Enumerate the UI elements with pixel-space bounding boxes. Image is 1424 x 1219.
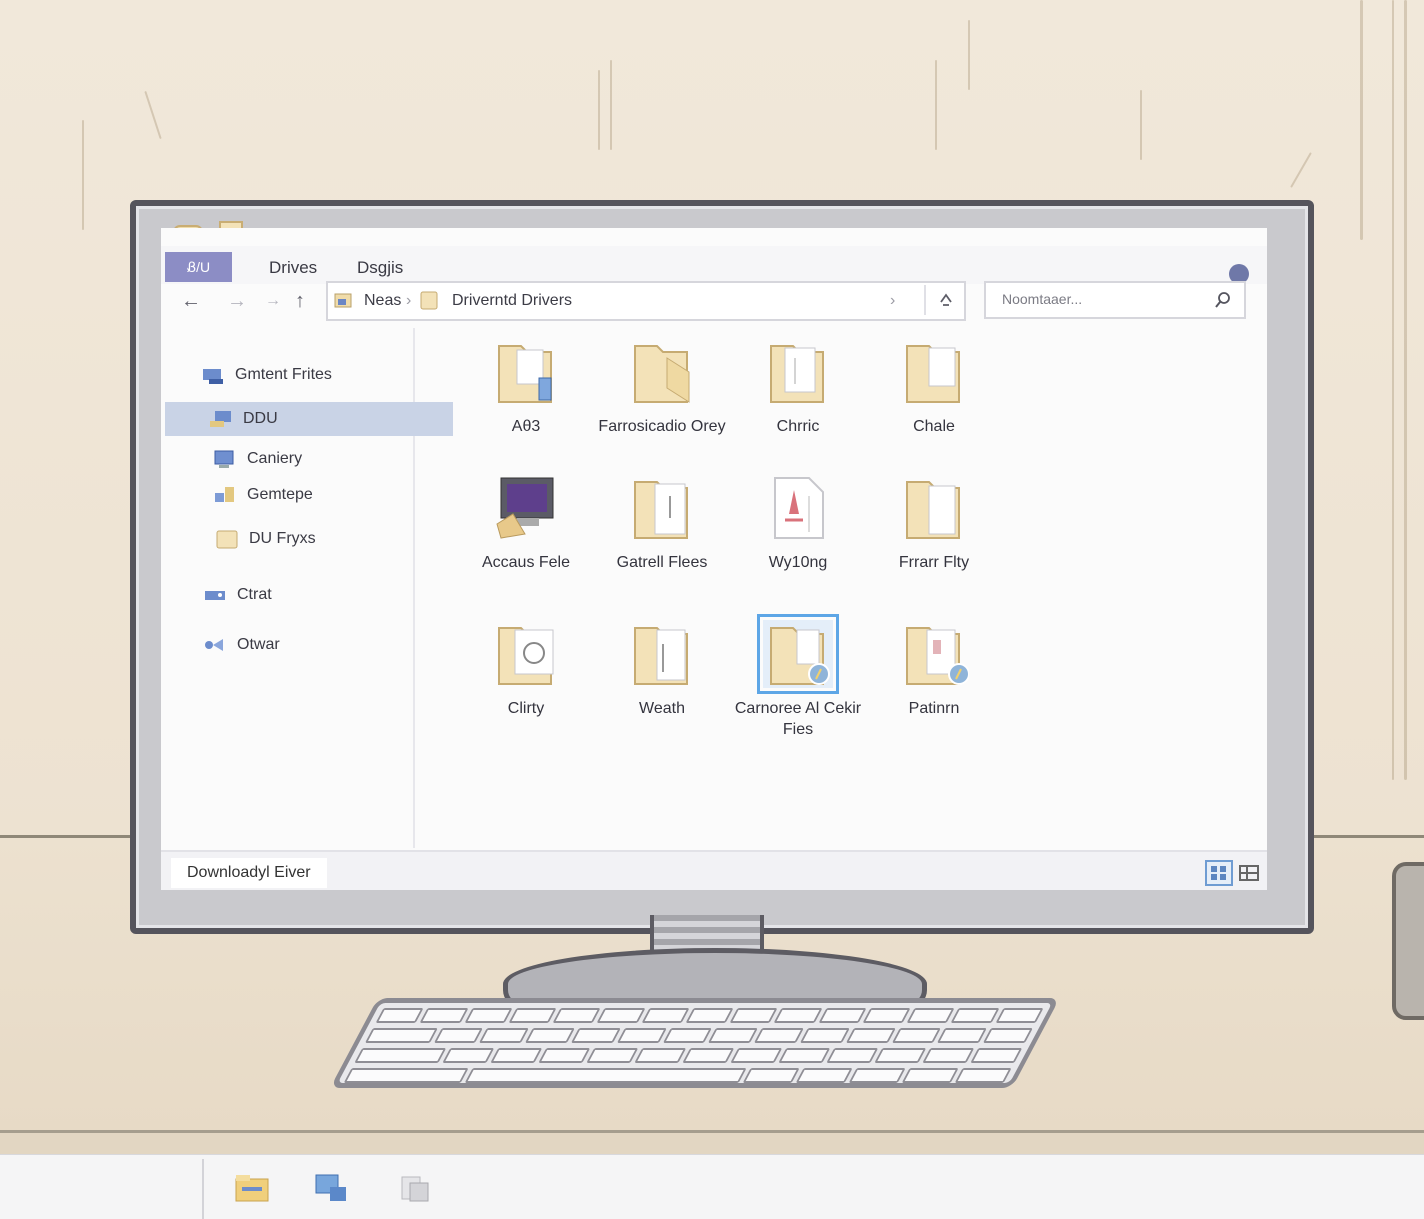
file-item[interactable]: Weath [597,620,727,719]
sidebar-item-label: DDU [243,410,278,427]
file-item[interactable]: Clirty [461,620,591,719]
file-item[interactable]: Frrarr Flty [869,474,999,573]
keyboard [330,998,1060,1088]
file-label: Accaus Fele [481,554,571,571]
file-item[interactable]: Wy10ng [733,474,863,573]
file-item[interactable]: Chale [869,338,999,437]
sidebar-item-du-fryxs[interactable]: DU Fryxs [165,522,459,556]
file-grid: Aθ3 Farrosicadio Orey Chrric Chale Accau… [451,338,991,758]
address-bar[interactable]: Neas › Driverntd Drivers › [326,281,966,321]
desk-edge [0,1130,1424,1157]
folder-icon [216,530,238,549]
taskbar-divider [202,1159,204,1219]
file-label: Weath [639,700,685,717]
sidebar-item-label: Ctrat [237,586,272,603]
forward-arrow-icon[interactable]: → [227,290,247,313]
file-item[interactable]: Farrosicadio Orey [597,338,727,437]
sidebar-item-label: Gemtepe [247,486,313,503]
back-arrow-icon[interactable]: ← [181,290,201,313]
ribbon: Ᏸ/U Drives Dsgjis [161,246,1267,284]
search-input[interactable] [1000,290,1204,308]
sidebar-item-label: DU Fryxs [249,530,316,547]
computer-icon [210,411,231,427]
document-icon [774,477,824,539]
refresh-icon[interactable] [938,292,954,308]
details-view-icon[interactable] [1205,860,1233,886]
tab-design[interactable]: Dsgjis [357,254,403,282]
file-label: Aθ3 [511,418,541,435]
tab-file[interactable]: Ᏸ/U [165,252,233,282]
search-icon[interactable] [1214,291,1232,309]
folder-icon [498,627,554,685]
sidebar-item-label: Gmtent Frites [235,366,332,383]
recent-arrow-icon[interactable]: → [265,292,281,310]
folder-icon [420,291,438,310]
file-label: Gatrell Flees [616,554,708,571]
sidebar-item-label: Otwar [237,636,280,653]
breadcrumb-separator-icon: › [406,292,412,309]
drive-icon [205,591,225,600]
file-label: Clirty [507,700,545,717]
search-box [984,281,1246,319]
file-label: Chale [913,418,955,435]
file-explorer-window: Ᏸ/U Drives Dsgjis ← → → ↑ Neas › Drivern… [161,228,1267,890]
file-label: Frrarr Flty [898,554,970,571]
file-explorer-icon[interactable] [234,1173,270,1203]
file-label: Farrosicadio Orey [598,418,726,435]
folder-icon [498,345,552,403]
sidebar-item-ctrat[interactable]: Ctrat [165,578,447,612]
share-icon [205,639,223,651]
status-text: Downloadyl Eiver [171,858,327,888]
taskbar [0,1154,1424,1219]
large-icons-view-icon[interactable] [1235,860,1263,886]
folder-icon [906,345,960,403]
file-label: Wy10ng [768,554,828,571]
sidebar-item-caniery[interactable]: Caniery [165,442,457,476]
navigation-bar: ← → → ↑ Neas › Driverntd Drivers › [161,280,1267,324]
status-bar: Downloadyl Eiver [161,850,1267,890]
folder-icon [634,627,688,685]
sidebar-item-gemtepe[interactable]: Gemtepe [165,478,457,512]
tab-drives[interactable]: Drives [269,254,317,282]
file-item[interactable]: Patinrn [869,620,999,719]
up-arrow-icon[interactable]: ↑ [295,290,305,313]
documents-icon[interactable] [398,1173,434,1203]
file-item[interactable]: Aθ3 [461,338,591,437]
network-drive-icon [203,369,223,384]
folder-icon [770,345,824,403]
chevron-right-icon[interactable]: › [890,292,895,310]
file-item[interactable]: Accaus Fele [461,474,591,573]
mug [1392,862,1424,1020]
network-icon [215,487,234,502]
file-item[interactable]: Gatrell Flees [597,474,727,573]
breadcrumb-segment[interactable]: Neas [364,292,401,310]
address-divider [924,285,926,315]
folder-icon [757,614,839,694]
network-icon[interactable] [314,1173,350,1203]
location-icon [334,293,352,308]
file-item[interactable]: Chrric [733,338,863,437]
monitor-icon [214,450,234,468]
breadcrumb-segment[interactable]: Driverntd Drivers [452,292,572,310]
file-label: Carnoree Al Cekir Fies [734,700,862,738]
folder-icon [634,345,690,403]
file-item-selected[interactable]: Carnoree Al Cekir Fies [733,614,863,740]
file-label: Chrric [776,418,820,435]
app-icon [496,477,554,539]
sidebar-item-network-drives[interactable]: Gmtent Frites [165,358,445,392]
file-label: Patinrn [908,700,960,717]
sidebar-item-ddu[interactable]: DDU [165,402,453,436]
sidebar-item-label: Caniery [247,450,303,467]
folder-icon [634,481,688,539]
folder-icon [906,627,970,685]
folder-icon [906,481,960,539]
sidebar-item-otwar[interactable]: Otwar [165,628,447,662]
navigation-pane: Gmtent Frites DDU Caniery Gemtepe DU Fry… [161,328,453,848]
